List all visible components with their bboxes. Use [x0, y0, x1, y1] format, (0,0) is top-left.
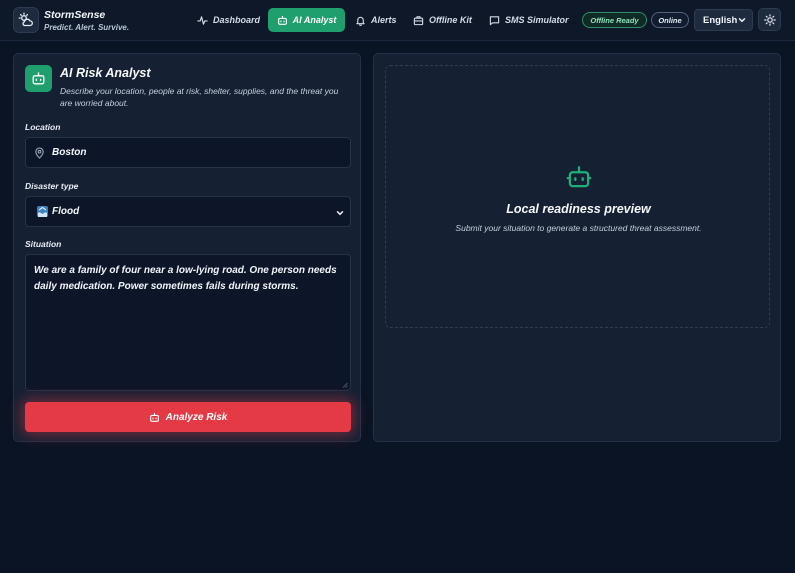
nav-sms-simulator[interactable]: SMS Simulator — [483, 8, 575, 32]
preview-title: Local readiness preview — [506, 202, 651, 216]
readiness-preview-panel: Local readiness preview Submit your situ… — [373, 53, 781, 442]
preview-subtitle: Submit your situation to generate a stru… — [455, 223, 702, 233]
language-select[interactable]: English — [694, 9, 753, 31]
app-tagline: Predict. Alert. Survive. — [44, 23, 130, 32]
location-input[interactable]: Boston — [25, 137, 351, 168]
robot-icon — [25, 65, 52, 92]
robot-icon — [149, 412, 159, 422]
disaster-type-value: Flood — [52, 206, 80, 217]
panel-title: AI Risk Analyst — [60, 66, 151, 80]
sun-icon — [763, 13, 776, 26]
nav-dashboard-label: Dashboard — [213, 15, 261, 25]
top-nav-bar: StormSense Predict. Alert. Survive. Dash… — [0, 0, 795, 41]
nav-offline-kit-label: Offline Kit — [429, 15, 472, 25]
risk-analyst-panel: AI Risk Analyst Describe your location, … — [13, 53, 361, 442]
disaster-type-label: Disaster type — [25, 181, 79, 191]
nav-alerts-label: Alerts — [371, 15, 397, 25]
flood-icon — [37, 206, 48, 217]
panel-description: Describe your location, people at risk, … — [60, 86, 339, 108]
analyze-risk-button[interactable]: Analyze Risk — [25, 402, 351, 432]
location-value: Boston — [52, 147, 87, 158]
nav-dashboard[interactable]: Dashboard — [191, 8, 266, 32]
bell-icon — [356, 16, 365, 26]
nav-offline-kit[interactable]: Offline Kit — [407, 8, 478, 32]
theme-toggle-button[interactable] — [758, 8, 781, 31]
preview-placeholder: Local readiness preview Submit your situ… — [385, 65, 770, 328]
nav-ai-analyst[interactable]: AI Analyst — [268, 8, 345, 32]
briefcase-icon — [413, 15, 424, 25]
nav-alerts[interactable]: Alerts — [349, 8, 403, 32]
online-status-badge: Online — [651, 12, 689, 28]
activity-icon — [197, 15, 208, 25]
map-pin-icon — [35, 147, 44, 159]
disaster-type-select[interactable]: Flood — [25, 196, 351, 227]
chevron-down-icon — [738, 18, 746, 23]
language-selected-value: English — [703, 14, 738, 26]
location-label: Location — [25, 122, 61, 132]
nav-ai-analyst-label: AI Analyst — [292, 15, 337, 25]
robot-icon — [566, 166, 592, 188]
situation-label: Situation — [25, 239, 62, 249]
app-title: StormSense — [44, 9, 106, 21]
analyze-risk-label: Analyze Risk — [165, 411, 228, 423]
chevron-down-icon — [336, 211, 344, 216]
message-icon — [489, 15, 500, 25]
robot-icon — [277, 15, 287, 25]
situation-textarea[interactable]: We are a family of four near a low-lying… — [25, 254, 351, 391]
resize-grip-icon[interactable] — [342, 382, 348, 388]
situation-text: We are a family of four near a low-lying… — [34, 265, 337, 292]
storm-cloud-icon[interactable] — [13, 7, 39, 33]
nav-sms-simulator-label: SMS Simulator — [505, 15, 569, 25]
offline-ready-badge: Offline Ready — [582, 12, 647, 28]
